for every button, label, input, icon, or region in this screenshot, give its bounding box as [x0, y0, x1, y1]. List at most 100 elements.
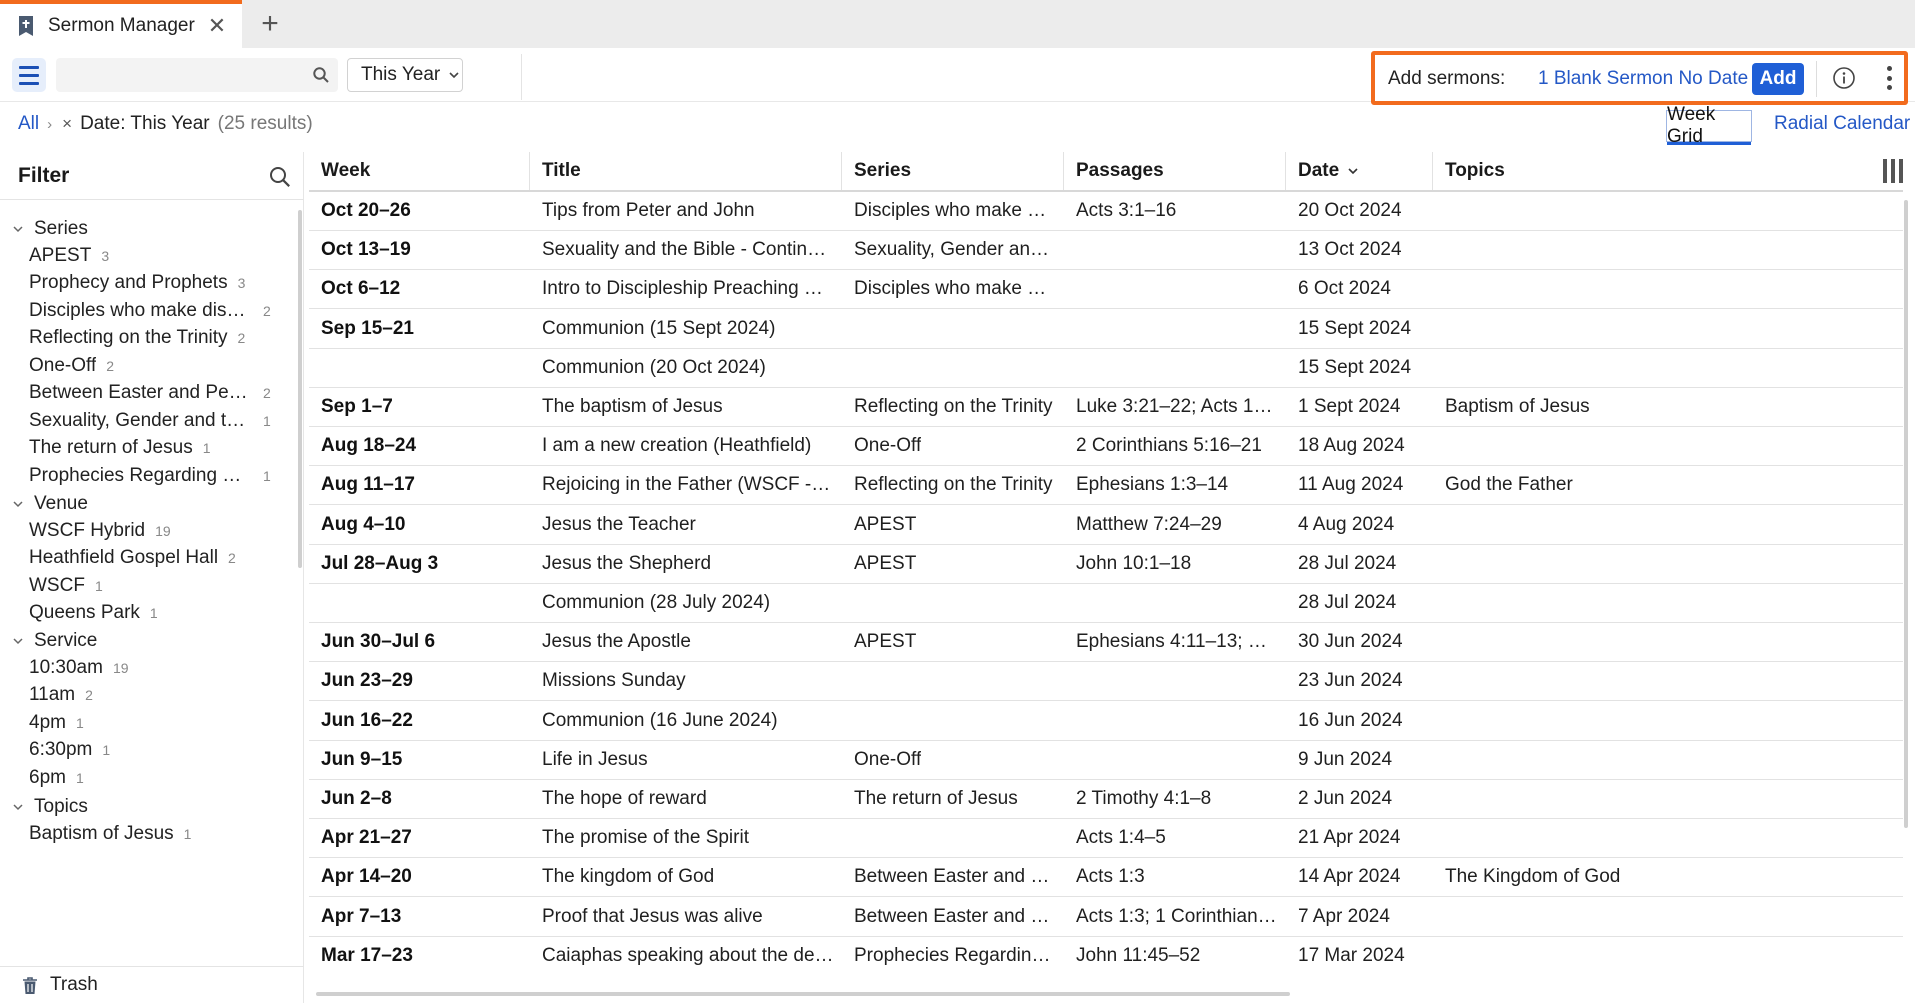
- info-icon[interactable]: [1832, 66, 1856, 90]
- cell-title-text: The baptism of Jesus: [542, 396, 723, 417]
- grid-horizontal-scrollbar[interactable]: [316, 992, 1290, 996]
- table-row[interactable]: Oct 20–26 Tips from Peter and John Discipl…: [309, 192, 1903, 231]
- table-row[interactable]: Jun 23–29 Missions Sunday 23 Jun 2024: [309, 662, 1903, 702]
- cell-passages-text: John 10:1–18: [1076, 552, 1192, 574]
- toolbar-divider: [521, 54, 522, 100]
- cell-date-text: 15 Sept 2024: [1298, 317, 1412, 339]
- breadcrumb: All › × Date: This Year (25 results): [18, 113, 313, 135]
- facet-item-baptism-of-jesus[interactable]: Baptism of Jesus 1: [29, 817, 281, 850]
- cell-date: 28 Jul 2024: [1286, 545, 1433, 583]
- cell-series-text: One-Off: [854, 748, 922, 770]
- column-header-date[interactable]: Date: [1286, 152, 1433, 190]
- grid-vertical-scrollbar[interactable]: [1904, 200, 1908, 828]
- column-header-series[interactable]: Series: [842, 152, 1064, 190]
- table-row[interactable]: Aug 4–10 Jesus the Teacher APEST Matthew 7:…: [309, 506, 1903, 545]
- facet-item-count: 2: [263, 302, 271, 319]
- table-row[interactable]: Communion (28 July 2024) 28 Jul 2024: [309, 584, 1903, 623]
- cell-passages: [1064, 231, 1286, 269]
- cell-week-text: Oct 13–19: [321, 239, 411, 261]
- cell-date-text: 16 Jun 2024: [1298, 709, 1403, 731]
- cell-date: 28 Jul 2024: [1286, 584, 1433, 622]
- table-row[interactable]: Apr 21–27 The promise of the Spirit Acts 1…: [309, 819, 1903, 859]
- search-icon[interactable]: [312, 66, 330, 84]
- table-row[interactable]: Apr 7–13 Proof that Jesus was alive Betwee…: [309, 898, 1903, 937]
- add-button[interactable]: Add: [1752, 63, 1804, 95]
- facet-item-count: 1: [102, 742, 111, 758]
- trash-button[interactable]: Trash: [0, 966, 304, 1003]
- table-row[interactable]: Jun 2–8 The hope of reward The return of J…: [309, 780, 1903, 819]
- table-row[interactable]: Oct 13–19 Sexuality and the Bible - Conti…: [309, 231, 1903, 271]
- view-tab-radial-calendar[interactable]: Radial Calendar: [1774, 113, 1910, 135]
- column-header-topics[interactable]: Topics: [1433, 152, 1603, 190]
- cell-week-text: Aug 18–24: [321, 435, 417, 457]
- trash-label: Trash: [50, 974, 98, 995]
- table-row[interactable]: Jun 30–Jul 6 Jesus the Apostle APEST Ephesi…: [309, 623, 1903, 663]
- table-row[interactable]: Apr 14–20 The kingdom of God Between Easte…: [309, 858, 1903, 898]
- column-header-label: Passages: [1076, 160, 1164, 181]
- cell-title-text: Proof that Jesus was alive: [542, 905, 763, 927]
- more-options-icon[interactable]: [1883, 64, 1895, 92]
- cell-passages: Acts 1:3; 1 Corinthians 15:3–8: [1064, 898, 1286, 936]
- close-icon[interactable]: ✕: [204, 13, 230, 39]
- date-range-select[interactable]: This Year: [347, 58, 463, 92]
- cell-series-text: Between Easter and Pentecost: [854, 905, 1056, 927]
- cell-topics: [1433, 231, 1693, 269]
- cell-topics: [1433, 584, 1693, 622]
- facet-item-label: One-Off: [29, 354, 97, 376]
- table-row[interactable]: Aug 18–24 I am a new creation (Heathfield…: [309, 427, 1903, 467]
- facet-item-label: Disciples who make disciples: [29, 299, 253, 321]
- cell-series-text: Reflecting on the Trinity: [854, 396, 1053, 417]
- view-tab-week-grid[interactable]: Week Grid: [1666, 104, 1752, 147]
- facet-item-label: 6:30pm: [29, 739, 93, 760]
- cell-title-text: Communion (20 Oct 2024): [542, 356, 766, 378]
- cell-week: Oct 6–12: [309, 270, 530, 308]
- cell-series: [842, 310, 1064, 348]
- table-row[interactable]: Aug 11–17 Rejoicing in the Father (WSCF -…: [309, 466, 1903, 506]
- cell-series: Reflecting on the Trinity: [842, 466, 1064, 504]
- table-row[interactable]: Jun 9–15 Life in Jesus One-Off 9 Jun 2024: [309, 741, 1903, 780]
- facet-item-count: 1: [149, 605, 158, 621]
- cell-week-text: Oct 20–26: [321, 200, 411, 221]
- cell-title-text: Tips from Peter and John: [542, 200, 755, 221]
- table-row[interactable]: Sep 1–7 The baptism of Jesus Reflecting on…: [309, 388, 1903, 427]
- chevron-down-icon: [13, 803, 23, 810]
- cell-week: Jun 2–8: [309, 780, 530, 818]
- cell-week-text: Mar 17–23: [321, 944, 413, 966]
- cell-series: [842, 662, 1064, 700]
- remove-filter-icon[interactable]: ×: [62, 114, 72, 134]
- cell-week: Sep 15–21: [309, 310, 530, 348]
- breadcrumb-all-link[interactable]: All: [18, 113, 39, 135]
- cell-title: Communion (28 July 2024): [530, 584, 842, 622]
- table-row[interactable]: Jul 28–Aug 3 Jesus the Shepherd APEST John …: [309, 545, 1903, 584]
- sort-descending-icon[interactable]: [1347, 165, 1359, 177]
- table-row[interactable]: Mar 17–23 Caiaphas speaking about the dea…: [309, 937, 1903, 972]
- table-row[interactable]: Jun 16–22 Communion (16 June 2024) 16 Jun …: [309, 702, 1903, 741]
- cell-series: [842, 819, 1064, 857]
- table-row[interactable]: Communion (20 Oct 2024) 15 Sept 2024: [309, 349, 1903, 388]
- column-header-title[interactable]: Title: [530, 152, 842, 190]
- cell-week-text: Jul 28–Aug 3: [321, 552, 439, 574]
- column-chooser-icon[interactable]: [1883, 159, 1903, 183]
- cell-passages: Acts 3:1–16: [1064, 192, 1286, 230]
- cell-date: 15 Sept 2024: [1286, 310, 1433, 348]
- cell-title: Missions Sunday: [530, 662, 842, 700]
- cell-series: One-Off: [842, 741, 1064, 779]
- sermon-template-select[interactable]: 1 Blank Sermon No Date: [1538, 68, 1748, 90]
- cell-passages: Matthew 7:24–29: [1064, 506, 1286, 544]
- sidebar-scrollbar[interactable]: [298, 210, 302, 568]
- cell-title: The kingdom of God: [530, 858, 842, 896]
- column-header-passages[interactable]: Passages: [1064, 152, 1286, 190]
- menu-button[interactable]: [12, 58, 46, 92]
- cell-title-text: Jesus the Teacher: [542, 513, 696, 535]
- column-header-week[interactable]: Week: [309, 152, 530, 190]
- tab-sermon-manager[interactable]: Sermon Manager ✕: [0, 0, 242, 48]
- table-row[interactable]: Sep 15–21 Communion (15 Sept 2024) 15 Sept…: [309, 310, 1903, 349]
- cell-date: 11 Aug 2024: [1286, 466, 1433, 504]
- cell-date-text: 20 Oct 2024: [1298, 200, 1402, 221]
- search-input[interactable]: [56, 58, 296, 92]
- new-tab-button[interactable]: +: [252, 6, 288, 42]
- table-row[interactable]: Oct 6–12 Intro to Discipleship Preaching …: [309, 270, 1903, 310]
- cell-title: Communion (16 June 2024): [530, 702, 842, 740]
- cell-date-text: 23 Jun 2024: [1298, 670, 1403, 692]
- search-icon[interactable]: [268, 165, 292, 189]
